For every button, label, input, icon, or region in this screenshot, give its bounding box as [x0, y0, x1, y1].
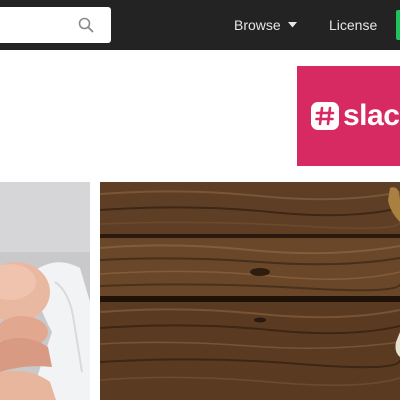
photo-sleeping-baby[interactable] — [0, 182, 90, 400]
photo-wood-planks[interactable] — [100, 182, 400, 400]
top-navigation-bar: Browse License — [0, 0, 400, 50]
wood-photo-image — [100, 182, 400, 400]
slack-wordmark: slack — [343, 99, 400, 132]
search-input[interactable] — [0, 7, 70, 43]
caret-down-icon — [287, 22, 297, 28]
slack-hash-icon — [311, 102, 339, 130]
slack-ad-banner[interactable]: slack — [297, 66, 400, 166]
browse-menu[interactable]: Browse — [234, 16, 297, 34]
browse-label: Browse — [234, 17, 281, 33]
search-icon[interactable] — [78, 17, 94, 33]
nav-cta-button[interactable] — [396, 10, 400, 40]
baby-photo-image — [0, 182, 90, 400]
license-link[interactable]: License — [329, 16, 377, 34]
search-box[interactable] — [0, 7, 111, 43]
